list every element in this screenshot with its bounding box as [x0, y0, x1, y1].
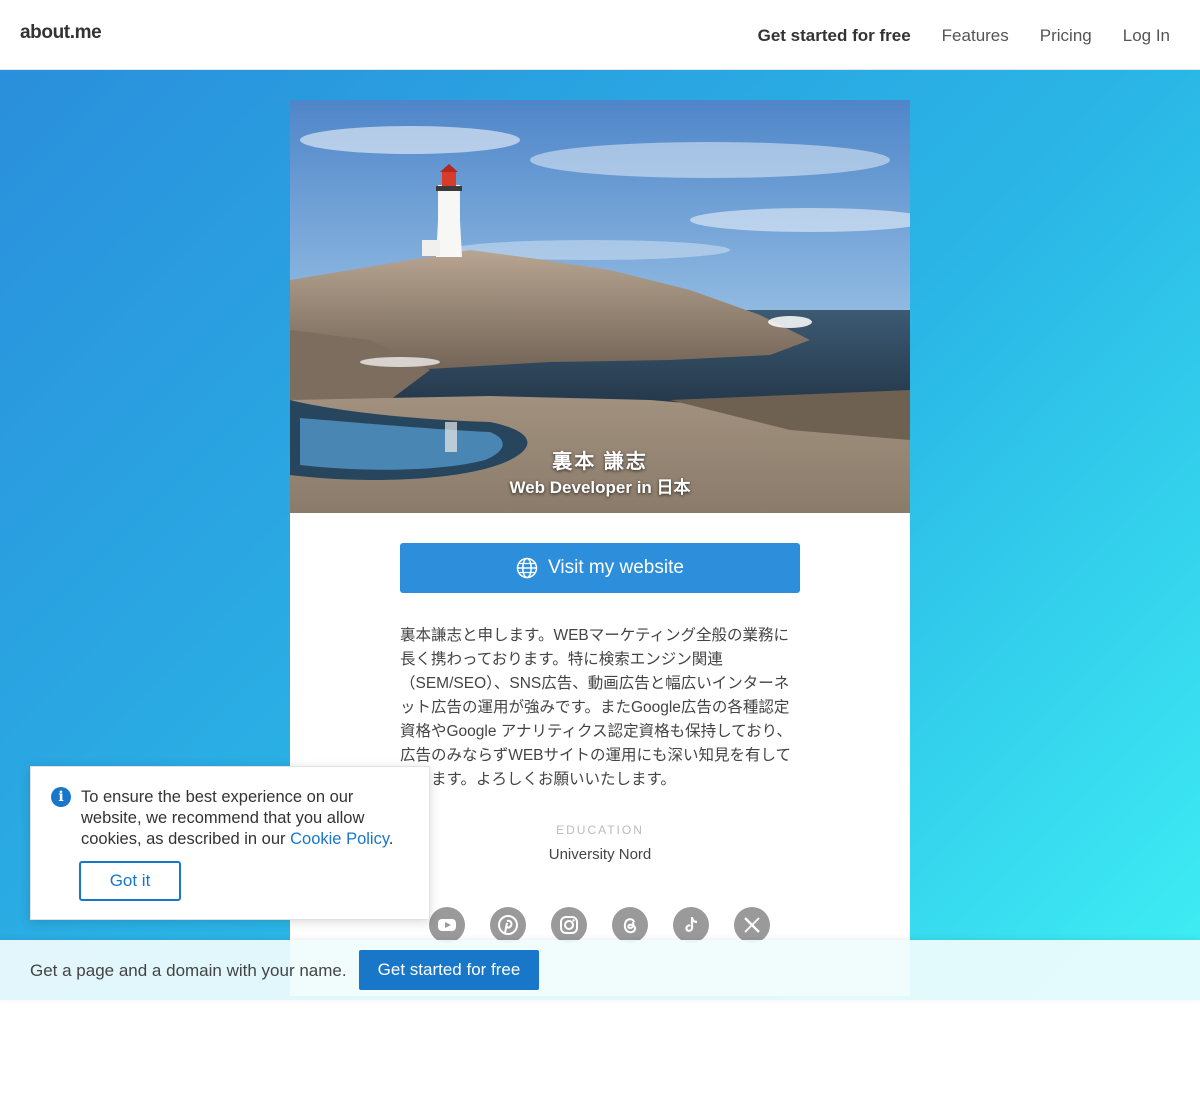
- brand-logo[interactable]: about.me: [20, 22, 102, 44]
- threads-icon[interactable]: [612, 907, 648, 943]
- cookie-text-after: .: [388, 830, 394, 848]
- nav-pricing-link[interactable]: Pricing: [1040, 26, 1092, 46]
- cover-photo: 裏本 謙志 Web Developer in 日本: [290, 100, 910, 513]
- youtube-icon[interactable]: [429, 907, 465, 943]
- pinterest-icon[interactable]: [490, 907, 526, 943]
- top-navigation-bar: about.me Get started for free Features P…: [0, 0, 1200, 70]
- globe-icon: [516, 557, 538, 579]
- nav-login-link[interactable]: Log In: [1123, 26, 1170, 46]
- main-nav: Get started for free Features Pricing Lo…: [758, 26, 1170, 46]
- profile-bio: 裏本謙志と申します。WEBマーケティング全般の業務に長く携わっております。特に検…: [400, 627, 793, 788]
- nav-get-started-link[interactable]: Get started for free: [758, 26, 911, 46]
- social-links: [429, 907, 770, 943]
- visit-website-button[interactable]: Visit my website: [400, 543, 800, 593]
- x-icon[interactable]: [734, 907, 770, 943]
- cookie-policy-link[interactable]: Cookie Policy: [290, 830, 389, 848]
- tiktok-icon[interactable]: [673, 907, 709, 943]
- got-it-button[interactable]: Got it: [79, 861, 181, 901]
- nav-features-link[interactable]: Features: [942, 26, 1009, 46]
- cookie-notice: i To ensure the best experience on our w…: [30, 766, 430, 920]
- banner-get-started-button[interactable]: Get started for free: [359, 950, 539, 990]
- signup-banner: Get a page and a domain with your name. …: [0, 940, 1200, 1000]
- visit-website-label: Visit my website: [548, 557, 684, 578]
- profile-headline: Web Developer in 日本: [509, 478, 691, 497]
- instagram-icon[interactable]: [551, 907, 587, 943]
- banner-text: Get a page and a domain with your name.: [30, 961, 347, 980]
- info-icon: i: [51, 787, 71, 807]
- profile-name: 裏本 謙志: [552, 451, 648, 473]
- cookie-message: To ensure the best experience on our web…: [81, 787, 411, 850]
